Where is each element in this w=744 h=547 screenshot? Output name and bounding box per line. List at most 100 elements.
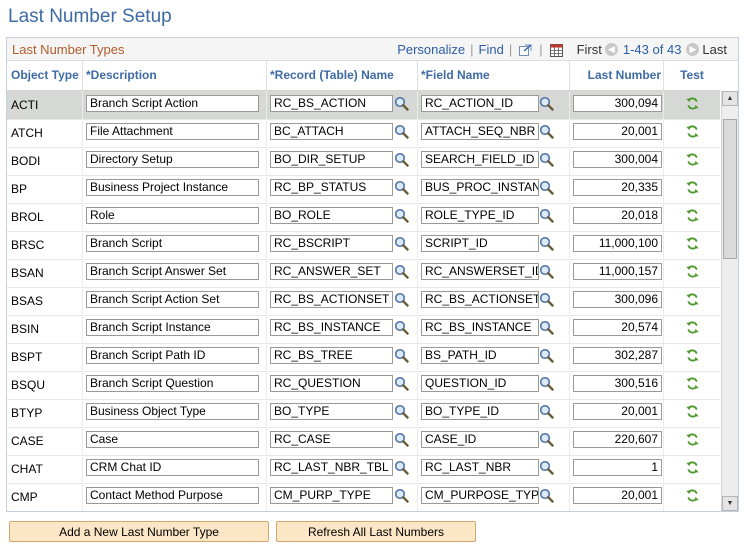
magnifier-icon[interactable] [394, 376, 409, 391]
last-number-input[interactable]: 300,094 [573, 95, 662, 112]
magnifier-icon[interactable] [394, 96, 409, 111]
record-name-input[interactable]: RC_LAST_NBR_TBL [270, 459, 393, 476]
description-input[interactable]: Branch Script Question [86, 375, 259, 392]
arrow-right-icon[interactable]: ▶ [686, 43, 700, 56]
magnifier-icon[interactable] [539, 320, 554, 335]
record-name-input[interactable]: BO_TYPE [270, 403, 393, 420]
last-number-input[interactable]: 20,335 [573, 179, 662, 196]
record-name-input[interactable]: RC_BSCRIPT [270, 235, 393, 252]
record-name-input[interactable]: BO_ROLE [270, 207, 393, 224]
col-header-last-number[interactable]: Last Number [571, 61, 661, 90]
last-number-input[interactable]: 20,001 [573, 403, 662, 420]
table-row[interactable]: ATCH File Attachment BC_ATTACH ATTACH_SEQ_N… [7, 119, 720, 148]
magnifier-icon[interactable] [394, 404, 409, 419]
description-input[interactable]: Directory Setup [86, 151, 259, 168]
last-number-input[interactable]: 300,096 [573, 291, 662, 308]
magnifier-icon[interactable] [539, 236, 554, 251]
last-number-input[interactable]: 11,000,100 [573, 235, 662, 252]
refresh-icon[interactable] [685, 124, 700, 139]
refresh-icon[interactable] [685, 96, 700, 111]
last-number-input[interactable]: 302,287 [573, 347, 662, 364]
record-name-input[interactable]: RC_BS_TREE [270, 347, 393, 364]
refresh-icon[interactable] [685, 152, 700, 167]
personalize-link[interactable]: Personalize [397, 42, 465, 57]
table-row[interactable]: CMP Contact Method Purpose CM_PURP_TYPE CM_… [7, 483, 720, 511]
refresh-icon[interactable] [685, 320, 700, 335]
magnifier-icon[interactable] [539, 152, 554, 167]
field-name-input[interactable]: RC_ANSWERSET_ID [421, 263, 539, 280]
description-input[interactable]: Business Project Instance [86, 179, 259, 196]
description-input[interactable]: Branch Script Answer Set [86, 263, 259, 280]
refresh-icon[interactable] [685, 264, 700, 279]
description-input[interactable]: Business Object Type [86, 403, 259, 420]
field-name-input[interactable]: BO_TYPE_ID [421, 403, 539, 420]
table-row[interactable]: ACTI Branch Script Action RC_BS_ACTION RC_A… [7, 91, 720, 120]
record-name-input[interactable]: RC_ANSWER_SET [270, 263, 393, 280]
magnifier-icon[interactable] [539, 264, 554, 279]
refresh-icon[interactable] [685, 376, 700, 391]
table-row[interactable]: BSIN Branch Script Instance RC_BS_INSTANCE… [7, 315, 720, 344]
last-number-input[interactable]: 300,004 [573, 151, 662, 168]
magnifier-icon[interactable] [539, 348, 554, 363]
field-name-input[interactable]: ROLE_TYPE_ID [421, 207, 539, 224]
description-input[interactable]: Branch Script [86, 235, 259, 252]
last-number-input[interactable]: 300,516 [573, 375, 662, 392]
refresh-icon[interactable] [685, 236, 700, 251]
refresh-icon[interactable] [685, 460, 700, 475]
scroll-up-icon[interactable]: ▲ [722, 91, 738, 106]
refresh-icon[interactable] [685, 488, 700, 503]
description-input[interactable]: Branch Script Action [86, 95, 259, 112]
magnifier-icon[interactable] [394, 124, 409, 139]
description-input[interactable]: Case [86, 431, 259, 448]
magnifier-icon[interactable] [394, 348, 409, 363]
field-name-input[interactable]: RC_LAST_NBR [421, 459, 539, 476]
table-row[interactable]: CHAT CRM Chat ID RC_LAST_NBR_TBL RC_LAST_NB… [7, 455, 720, 484]
description-input[interactable]: CRM Chat ID [86, 459, 259, 476]
magnifier-icon[interactable] [394, 208, 409, 223]
record-name-input[interactable]: RC_BS_ACTIONSET [270, 291, 393, 308]
field-name-input[interactable]: RC_BS_ACTIONSET [421, 291, 539, 308]
magnifier-icon[interactable] [539, 376, 554, 391]
record-name-input[interactable]: BC_ATTACH [270, 123, 393, 140]
record-name-input[interactable]: BO_DIR_SETUP [270, 151, 393, 168]
new-window-icon[interactable] [519, 44, 532, 56]
field-name-input[interactable]: SEARCH_FIELD_ID [421, 151, 539, 168]
last-number-input[interactable]: 11,000,157 [573, 263, 662, 280]
table-row[interactable]: CASE Case RC_CASE CASE_ID 220,607 [7, 427, 720, 456]
last-number-input[interactable]: 220,607 [573, 431, 662, 448]
magnifier-icon[interactable] [394, 432, 409, 447]
description-input[interactable]: Branch Script Instance [86, 319, 259, 336]
scroll-down-icon[interactable]: ▼ [722, 496, 738, 511]
last-number-input[interactable]: 20,001 [573, 123, 662, 140]
magnifier-icon[interactable] [394, 292, 409, 307]
col-header-field-name[interactable]: *Field Name [421, 61, 561, 90]
table-row[interactable]: BSPT Branch Script Path ID RC_BS_TREE BS_PA… [7, 343, 720, 372]
magnifier-icon[interactable] [394, 180, 409, 195]
magnifier-icon[interactable] [539, 96, 554, 111]
magnifier-icon[interactable] [394, 264, 409, 279]
description-input[interactable]: File Attachment [86, 123, 259, 140]
magnifier-icon[interactable] [394, 152, 409, 167]
field-name-input[interactable]: CM_PURPOSE_TYPE [421, 487, 539, 504]
record-name-input[interactable]: RC_BP_STATUS [270, 179, 393, 196]
last-number-input[interactable]: 1 [573, 459, 662, 476]
spreadsheet-icon[interactable] [549, 43, 563, 57]
scroll-thumb[interactable] [723, 119, 737, 259]
magnifier-icon[interactable] [539, 488, 554, 503]
last-number-input[interactable]: 20,574 [573, 319, 662, 336]
record-name-input[interactable]: RC_BS_INSTANCE [270, 319, 393, 336]
table-row[interactable]: BSAS Branch Script Action Set RC_BS_ACTION… [7, 287, 720, 316]
refresh-icon[interactable] [685, 292, 700, 307]
magnifier-icon[interactable] [394, 320, 409, 335]
description-input[interactable]: Branch Script Path ID [86, 347, 259, 364]
refresh-icon[interactable] [685, 348, 700, 363]
magnifier-icon[interactable] [394, 236, 409, 251]
record-name-input[interactable]: RC_CASE [270, 431, 393, 448]
field-name-input[interactable]: SCRIPT_ID [421, 235, 539, 252]
magnifier-icon[interactable] [539, 460, 554, 475]
last-number-input[interactable]: 20,001 [573, 487, 662, 504]
magnifier-icon[interactable] [539, 208, 554, 223]
record-name-input[interactable]: RC_QUESTION [270, 375, 393, 392]
field-name-input[interactable]: BS_PATH_ID [421, 347, 539, 364]
find-link[interactable]: Find [479, 42, 504, 57]
